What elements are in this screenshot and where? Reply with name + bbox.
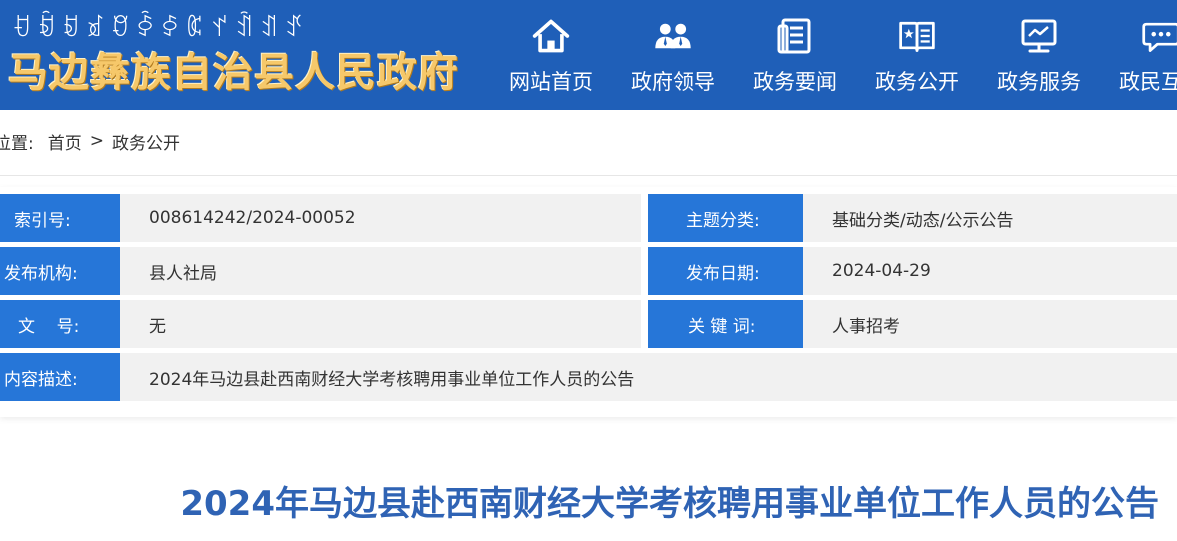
nav-label-news: 政务要闻	[753, 70, 837, 94]
date-value: 2024-04-29	[803, 247, 1177, 295]
nav-item-home[interactable]: 网站首页	[490, 0, 612, 110]
chat-icon	[1141, 16, 1177, 56]
date-label-text: 发布日期:	[686, 263, 760, 284]
breadcrumb-separator: >	[89, 131, 104, 151]
nav-label-services: 政务服务	[997, 70, 1081, 94]
description-label: 内容描述:	[0, 353, 129, 401]
document-info-table: 索引号: 008614242/2024-00052 主题分类: 基础分类/动态/…	[0, 187, 1177, 417]
keywords-value: 人事招考	[803, 300, 1177, 348]
index-label-text: 索引号:	[14, 210, 71, 231]
index-label: 索引号:	[0, 194, 129, 242]
keywords-label: 关 键 词:	[648, 300, 812, 348]
keywords-label-text: 关 键 词:	[688, 316, 756, 337]
article-title: 2024年马边县赴西南财经大学考核聘用事业单位工作人员的公告	[180, 484, 1159, 524]
open-book-icon	[897, 16, 937, 56]
nav-item-services[interactable]: 政务服务	[978, 0, 1100, 110]
breadcrumb: 位置: 首页 > 政务公开	[0, 126, 180, 156]
nav-item-news[interactable]: 政务要闻	[734, 0, 856, 110]
nav-item-open-affairs[interactable]: 政务公开	[856, 0, 978, 110]
breadcrumb-divider	[0, 175, 1177, 176]
news-icon	[775, 16, 815, 56]
publisher-value: 县人社局	[120, 247, 641, 295]
date-label: 发布日期:	[648, 247, 812, 295]
nav-item-leaders[interactable]: 政府领导	[612, 0, 734, 110]
site-header: ꀀꀁꀂꀃꀄꀅꀆꀇꀈꀉꀊꀋ 马边彝族自治县人民政府 网站首页 政府领导 政务要闻 …	[0, 0, 1177, 110]
yi-script-text: ꀀꀁꀂꀃꀄꀅꀆꀇꀈꀉꀊꀋ	[12, 14, 309, 42]
index-value: 008614242/2024-00052	[120, 194, 641, 242]
publisher-label: 发布机构:	[0, 247, 129, 295]
description-value: 2024年马边县赴西南财经大学考核聘用事业单位工作人员的公告	[120, 353, 1177, 401]
breadcrumb-prefix: 位置:	[0, 133, 34, 154]
main-nav: 网站首页 政府领导 政务要闻 政务公开 政务服务 政民互	[490, 0, 1177, 110]
docno-value: 无	[120, 300, 641, 348]
breadcrumb-home-link[interactable]: 首页	[48, 129, 82, 154]
topic-label-text: 主题分类:	[686, 210, 760, 231]
nav-label-home: 网站首页	[509, 70, 593, 94]
monitor-icon	[1019, 16, 1059, 56]
docno-label-text: 文 号:	[18, 316, 80, 337]
site-name-logo[interactable]: 马边彝族自治县人民政府	[8, 40, 459, 98]
topic-value: 基础分类/动态/公示公告	[803, 194, 1177, 242]
leaders-icon	[653, 16, 693, 56]
nav-label-leaders: 政府领导	[631, 70, 715, 94]
nav-label-interaction: 政民互动	[1119, 70, 1177, 94]
breadcrumb-current-link[interactable]: 政务公开	[112, 129, 180, 154]
docno-label: 文 号:	[0, 300, 129, 348]
nav-label-open-affairs: 政务公开	[875, 70, 959, 94]
nav-item-interaction[interactable]: 政民互动	[1100, 0, 1177, 110]
publisher-label-text: 发布机构:	[4, 263, 78, 284]
description-label-text: 内容描述:	[4, 369, 78, 390]
home-icon	[531, 16, 571, 56]
topic-label: 主题分类:	[648, 194, 812, 242]
